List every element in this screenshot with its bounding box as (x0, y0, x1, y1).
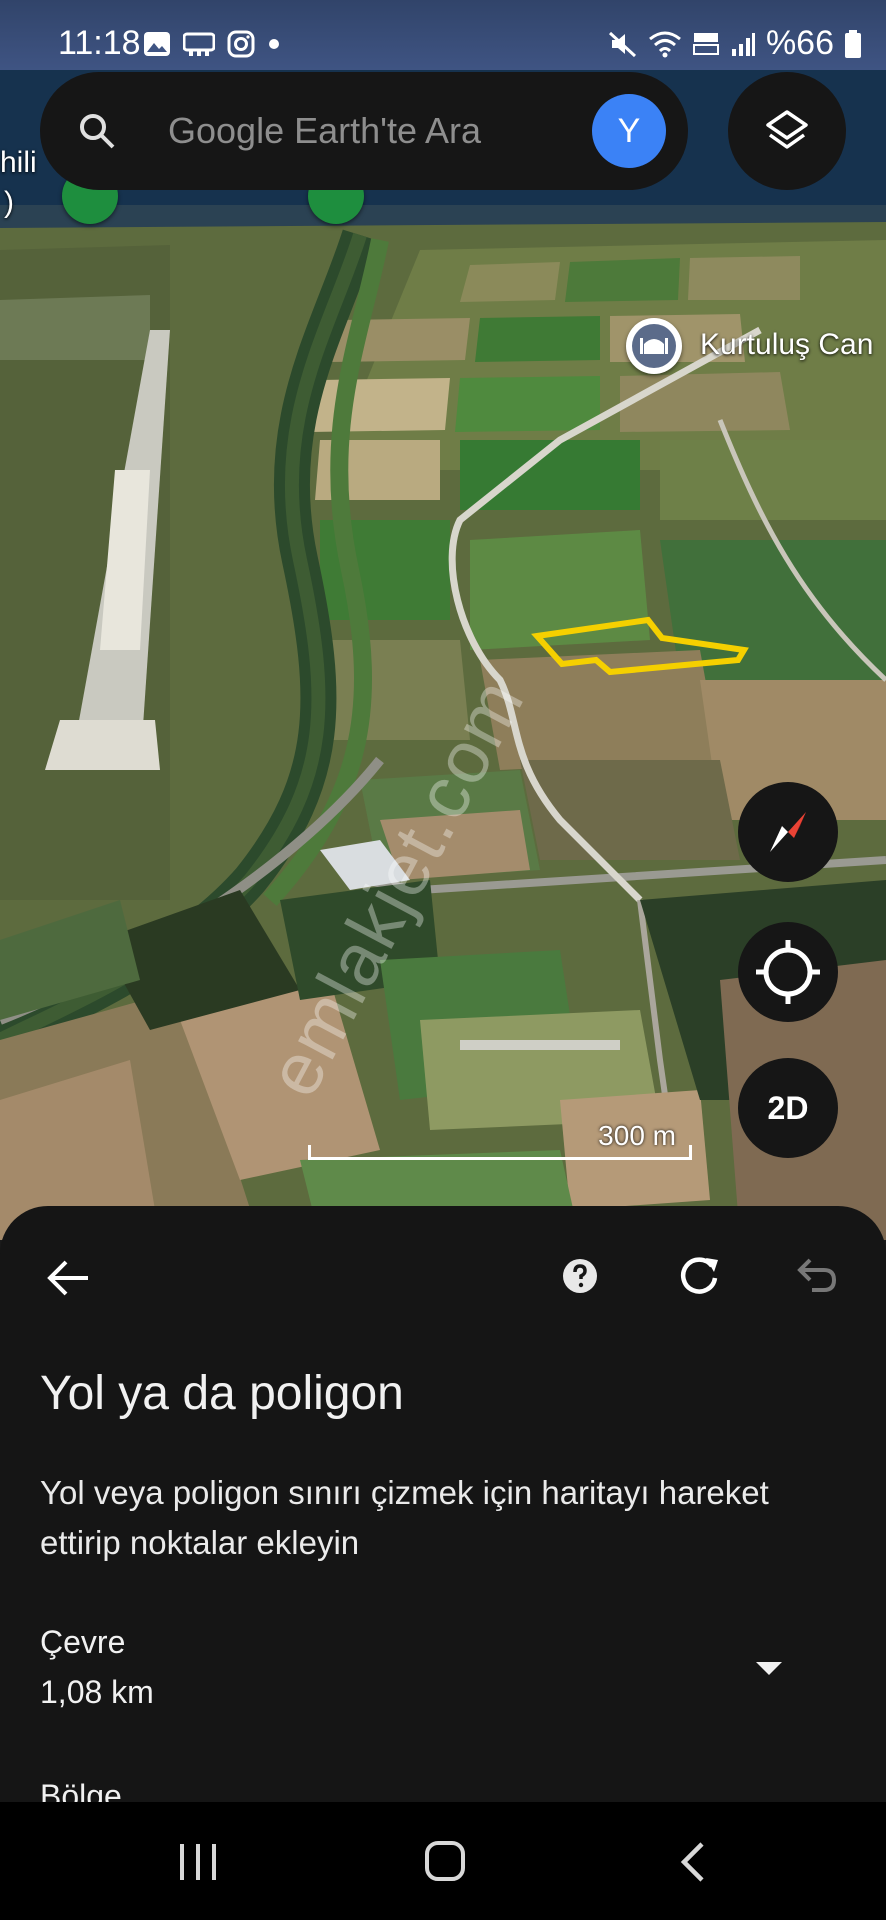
back-arrow-icon[interactable] (44, 1254, 92, 1302)
mosque-pin-icon[interactable] (626, 318, 682, 374)
status-bar: 11:18 %66 (0, 0, 886, 70)
my-location-button[interactable] (738, 922, 838, 1022)
gallery-icon (144, 32, 170, 56)
wifi-icon (649, 31, 681, 57)
bottom-sheet[interactable]: Yol ya da poligon Yol veya poligon sınır… (0, 1206, 886, 1802)
perimeter-value: 1,08 km (40, 1674, 154, 1710)
volte-icon (692, 32, 719, 55)
scale-bar: 300 m (308, 1120, 692, 1164)
unit-dropdown-icon[interactable] (754, 1658, 784, 1678)
system-nav-bar (0, 1802, 886, 1920)
scale-line (308, 1145, 692, 1160)
home-icon[interactable] (424, 1840, 466, 1882)
area-label: Bölge (40, 1778, 122, 1802)
undo-icon[interactable] (794, 1254, 840, 1300)
toggle-2d-button[interactable]: 2D (738, 1058, 838, 1158)
map-label-partial-1: hili (0, 146, 37, 179)
layers-icon (766, 110, 808, 149)
sheet-description: Yol veya poligon sınırı çizmek için hari… (40, 1474, 769, 1561)
signal-icon (731, 32, 755, 56)
instagram-icon (227, 30, 255, 58)
battery-percent: %66 (765, 24, 834, 62)
map-place-label[interactable]: Kurtuluş Can (700, 328, 873, 362)
status-time: 11:18 (58, 24, 141, 62)
sheet-title: Yol ya da poligon (40, 1367, 404, 1420)
notification-dot-icon (269, 39, 279, 49)
recents-icon[interactable] (176, 1842, 220, 1882)
mute-icon (608, 31, 636, 57)
perimeter-label: Çevre (40, 1624, 126, 1660)
search-placeholder[interactable]: Google Earth'te Ara (168, 110, 481, 152)
crosshair-icon (756, 940, 820, 1004)
battery-icon (845, 29, 861, 58)
account-avatar[interactable]: Y (592, 94, 666, 168)
chat-icon (183, 32, 215, 56)
compass-button[interactable] (738, 782, 838, 882)
search-bar[interactable]: Google Earth'te Ara Y (40, 72, 688, 190)
layers-button[interactable] (728, 72, 846, 190)
help-icon[interactable] (562, 1258, 598, 1294)
redo-icon[interactable] (676, 1252, 722, 1298)
map-label-partial-2: ) (4, 186, 14, 219)
compass-icon (770, 812, 806, 852)
nav-back-icon[interactable] (678, 1840, 708, 1884)
search-icon[interactable] (78, 112, 116, 150)
